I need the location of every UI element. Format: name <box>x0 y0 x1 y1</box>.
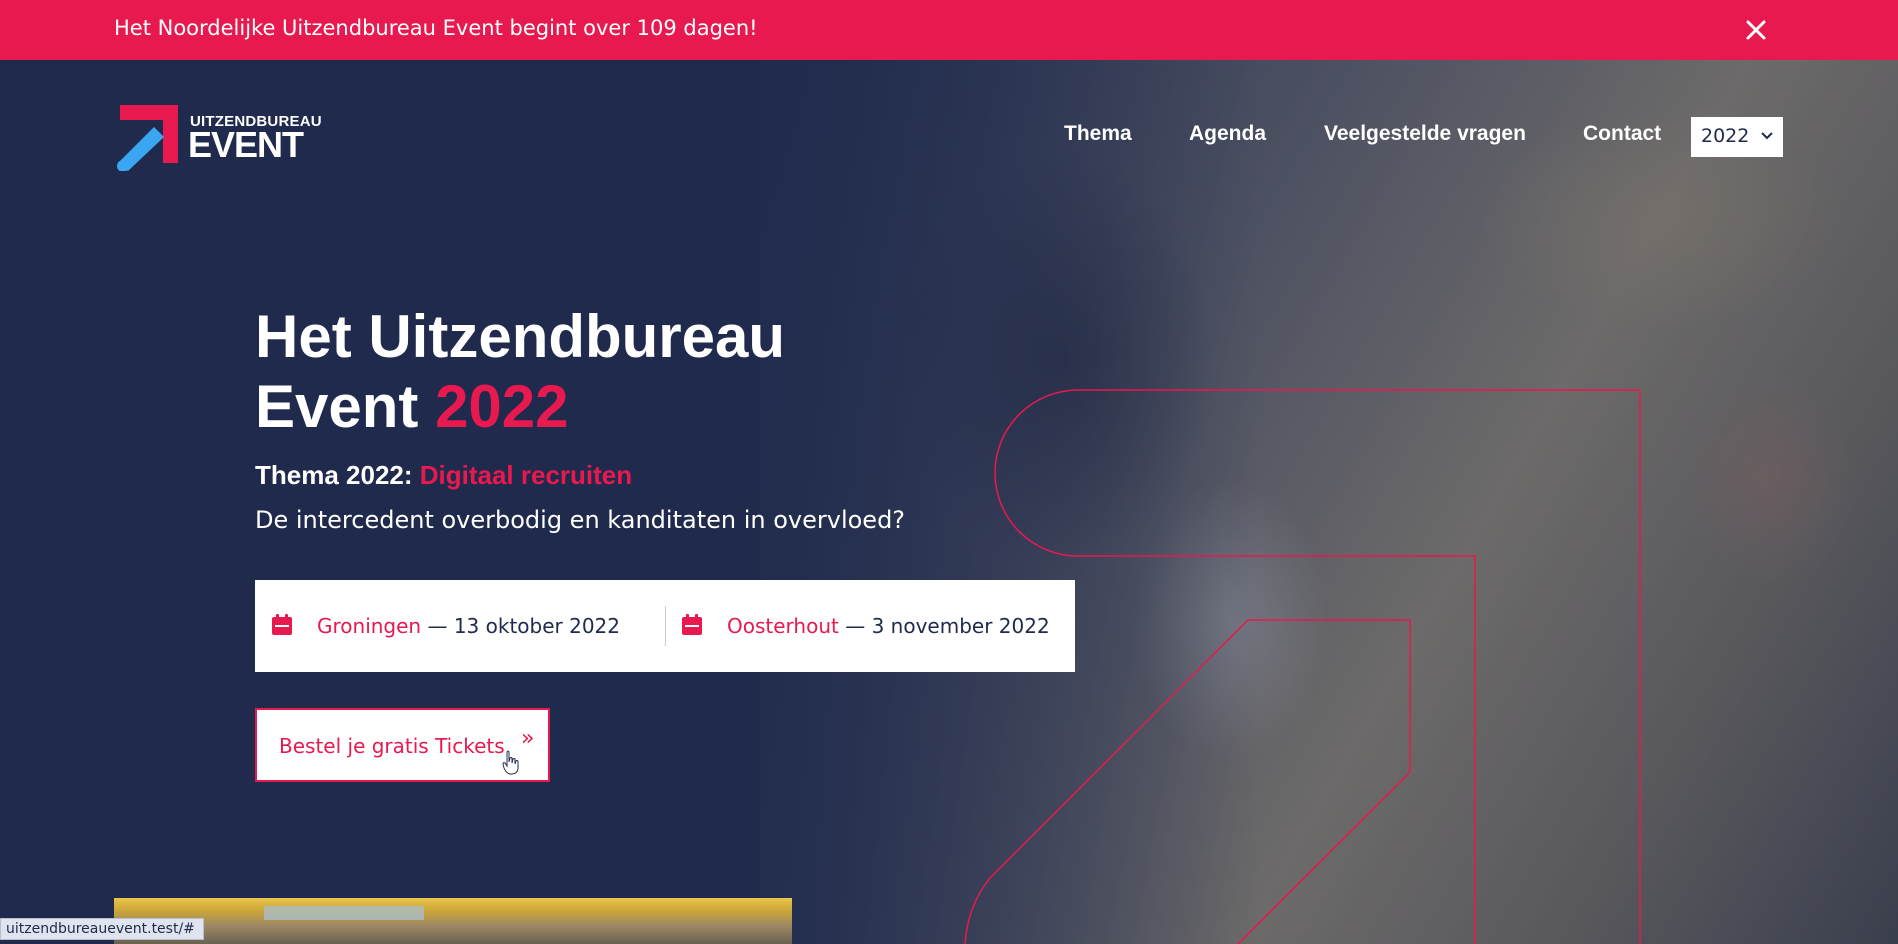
hero-subtitle: De intercedent overbodig en kanditaten i… <box>255 506 906 534</box>
order-tickets-label: Bestel je gratis Tickets <box>279 734 505 758</box>
nav-veelgestelde-vragen[interactable]: Veelgestelde vragen <box>1324 122 1526 146</box>
logo-main-text: EVENT <box>188 124 304 165</box>
logo-arrow-icon <box>117 105 178 171</box>
theme-value: Digitaal recruiten <box>419 460 633 490</box>
page-title: Het Uitzendbureau Event 2022 <box>255 303 786 440</box>
title-year: 2022 <box>435 373 569 440</box>
nav-contact[interactable]: Contact <box>1583 122 1661 146</box>
hero-section <box>0 60 1898 944</box>
year-select-value: 2022 <box>1701 125 1750 147</box>
event-date-oosterhout[interactable]: Oosterhout — 3 november 2022 <box>682 614 1050 638</box>
announcement-bar: Het Noordelijke Uitzendbureau Event begi… <box>0 0 1898 60</box>
nav-thema[interactable]: Thema <box>1064 122 1132 146</box>
year-select[interactable]: 2022 <box>1691 117 1783 157</box>
hand-cursor-icon <box>502 750 519 775</box>
event-date-groningen[interactable]: Groningen — 13 oktober 2022 <box>272 614 620 638</box>
date-divider <box>665 606 666 646</box>
close-icon[interactable] <box>1740 14 1772 46</box>
nav-agenda[interactable]: Agenda <box>1189 122 1266 146</box>
double-chevron-right-icon: » <box>521 726 535 751</box>
decorative-outline-shapes <box>964 389 1641 944</box>
event-dates-box: Groningen — 13 oktober 2022 Oosterhout —… <box>255 580 1075 672</box>
calendar-icon <box>682 614 702 635</box>
theme-heading: Thema 2022: Digitaal recruiten <box>255 460 633 490</box>
site-logo[interactable]: UITZENDBUREAU EVENT <box>114 105 324 171</box>
preview-image <box>114 898 792 944</box>
announcement-text: Het Noordelijke Uitzendbureau Event begi… <box>114 16 758 40</box>
status-bar-url: uitzendbureauevent.test/# <box>0 918 204 940</box>
chevron-down-icon <box>1761 132 1773 140</box>
calendar-icon <box>272 614 292 635</box>
